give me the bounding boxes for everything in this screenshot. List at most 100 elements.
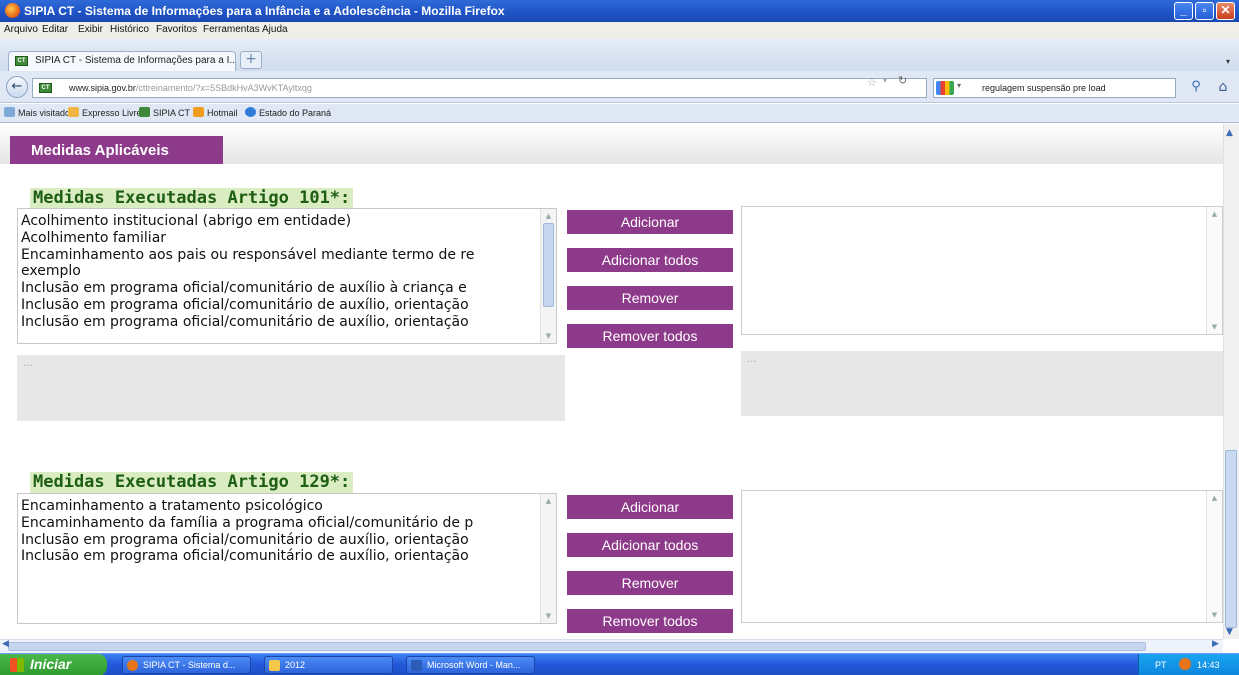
tab-list-icon[interactable]: ▾ bbox=[1226, 57, 1230, 66]
list-item[interactable]: Inclusão em programa oficial/comunitário… bbox=[21, 280, 556, 297]
list-item[interactable]: Encaminhamento da família a programa ofi… bbox=[21, 515, 556, 532]
menu-exibir[interactable]: Exibir bbox=[78, 24, 103, 35]
description-panel-right-101: ... bbox=[741, 351, 1223, 416]
horizontal-scroll-thumb[interactable] bbox=[8, 642, 1146, 651]
search-engine-dropdown-icon[interactable]: ▾ bbox=[957, 81, 961, 90]
folder-icon bbox=[269, 660, 280, 671]
folder-icon bbox=[4, 107, 15, 117]
taskbar-item-firefox[interactable]: SIPIA CT - Sistema d... bbox=[122, 656, 251, 674]
bookmark-estado-parana[interactable]: Estado do Paraná bbox=[245, 107, 331, 118]
hotmail-icon bbox=[193, 107, 204, 117]
scroll-left-icon[interactable]: ◀ bbox=[2, 639, 9, 649]
list-item[interactable]: Acolhimento institucional (abrigo em ent… bbox=[21, 213, 556, 230]
clock: 14:43 bbox=[1197, 660, 1220, 670]
section-title-101: Medidas Executadas Artigo 101*: bbox=[30, 188, 354, 209]
available-list-101[interactable]: Acolhimento institucional (abrigo em ent… bbox=[17, 208, 557, 344]
bookmark-expresso-livre[interactable]: Expresso Livre bbox=[68, 107, 142, 118]
menu-favoritos[interactable]: Favoritos bbox=[156, 24, 197, 35]
bookmark-mais-visitados[interactable]: Mais visitados bbox=[4, 107, 75, 118]
bookmark-hotmail[interactable]: Hotmail bbox=[193, 107, 238, 118]
minimize-button[interactable]: _ bbox=[1174, 2, 1193, 20]
back-button[interactable]: ← bbox=[6, 76, 28, 98]
firefox-icon bbox=[5, 3, 20, 18]
sipia-icon bbox=[139, 107, 150, 117]
url-host: www.sipia.gov.br bbox=[69, 83, 136, 93]
windows-logo-icon bbox=[10, 658, 24, 672]
maximize-button[interactable]: ▫ bbox=[1195, 2, 1214, 20]
list-item[interactable]: exemplo bbox=[21, 263, 556, 280]
page-scroll-thumb[interactable] bbox=[1225, 450, 1237, 628]
list-item[interactable]: Acolhimento familiar bbox=[21, 230, 556, 247]
remove-button-129[interactable]: Remover bbox=[567, 571, 733, 595]
menu-editar[interactable]: Editar bbox=[42, 24, 68, 35]
list-scrollbar[interactable]: ▲ ▼ bbox=[1206, 207, 1222, 334]
list-item[interactable]: Inclusão em programa oficial/comunitário… bbox=[21, 314, 556, 331]
reload-icon[interactable]: ↻ bbox=[898, 74, 907, 87]
scroll-right-icon[interactable]: ▶ bbox=[1212, 639, 1219, 649]
start-label: Iniciar bbox=[30, 656, 72, 672]
scroll-thumb[interactable] bbox=[543, 223, 554, 307]
bookmark-sipia-ct[interactable]: SIPIA CT bbox=[139, 107, 190, 118]
taskbar-item-word[interactable]: Microsoft Word - Man... bbox=[406, 656, 535, 674]
add-all-button-101[interactable]: Adicionar todos bbox=[567, 248, 733, 272]
list-scrollbar[interactable]: ▲ ▼ bbox=[540, 209, 556, 343]
taskbar-item-folder[interactable]: 2012 bbox=[264, 656, 393, 674]
list-item[interactable]: Inclusão em programa oficial/comunitário… bbox=[21, 532, 556, 549]
home-icon[interactable]: ⌂ bbox=[1212, 77, 1234, 99]
tab-medidas-aplicaveis[interactable]: Medidas Aplicáveis bbox=[10, 136, 223, 164]
description-panel-left-101: ... bbox=[17, 355, 565, 421]
start-button[interactable]: Iniciar bbox=[0, 654, 107, 675]
menu-historico[interactable]: Histórico bbox=[110, 24, 149, 35]
sipia-favicon-icon: CT bbox=[15, 56, 28, 66]
page-scroll-down-icon[interactable]: ▼ bbox=[1226, 627, 1233, 637]
page-scroll-up-icon[interactable]: ▲ bbox=[1226, 128, 1233, 138]
list-scrollbar[interactable]: ▲ ▼ bbox=[540, 494, 556, 623]
window-titlebar[interactable]: SIPIA CT - Sistema de Informações para a… bbox=[0, 0, 1239, 22]
menu-bar: Arquivo Editar Exibir Histórico Favorito… bbox=[0, 22, 1239, 39]
search-engine-icon[interactable] bbox=[936, 81, 954, 95]
menu-ajuda[interactable]: Ajuda bbox=[262, 24, 288, 35]
remove-all-button-101[interactable]: Remover todos bbox=[567, 324, 733, 348]
new-tab-button[interactable]: + bbox=[240, 51, 262, 69]
scroll-down-icon[interactable]: ▼ bbox=[541, 329, 556, 343]
scroll-down-icon[interactable]: ▼ bbox=[541, 609, 556, 623]
url-bar[interactable]: CT www.sipia.gov.br/cttreinamento/?x=5SB… bbox=[32, 78, 927, 98]
list-item[interactable]: Inclusão em programa oficial/comunitário… bbox=[21, 548, 556, 565]
search-input[interactable]: regulagem suspensão pre load bbox=[933, 78, 1176, 98]
tab-sipia[interactable]: CT SIPIA CT - Sistema de Informações par… bbox=[8, 51, 236, 71]
list-scrollbar[interactable]: ▲ ▼ bbox=[1206, 491, 1222, 622]
add-all-button-129[interactable]: Adicionar todos bbox=[567, 533, 733, 557]
site-identity-icon[interactable]: CT bbox=[39, 83, 52, 93]
list-item[interactable]: Encaminhamento aos pais ou responsável m… bbox=[21, 247, 556, 264]
url-dropdown-icon[interactable]: ▾ bbox=[883, 76, 887, 85]
search-icon[interactable]: ⚲ bbox=[1185, 77, 1207, 99]
scroll-up-icon[interactable]: ▲ bbox=[1207, 207, 1222, 221]
remove-all-button-129[interactable]: Remover todos bbox=[567, 609, 733, 633]
add-button-101[interactable]: Adicionar bbox=[567, 210, 733, 234]
available-list-129[interactable]: Encaminhamento a tratamento psicológico … bbox=[17, 493, 557, 624]
window-title: SIPIA CT - Sistema de Informações para a… bbox=[24, 4, 505, 18]
expresso-icon bbox=[68, 107, 79, 117]
bookmarks-bar: Mais visitados Expresso Livre SIPIA CT H… bbox=[0, 104, 1239, 123]
bookmark-star-icon[interactable]: ☆ bbox=[867, 76, 877, 89]
add-button-129[interactable]: Adicionar bbox=[567, 495, 733, 519]
tab-bar: CT SIPIA CT - Sistema de Informações par… bbox=[0, 39, 1239, 71]
url-path: /cttreinamento/?x=5SBdkHvA3WvKTAyltxqg bbox=[135, 83, 312, 93]
scroll-up-icon[interactable]: ▲ bbox=[541, 494, 556, 508]
globe-icon bbox=[245, 107, 256, 117]
menu-ferramentas[interactable]: Ferramentas bbox=[203, 24, 260, 35]
scroll-up-icon[interactable]: ▲ bbox=[541, 209, 556, 223]
language-indicator[interactable]: PT bbox=[1155, 660, 1167, 670]
remove-button-101[interactable]: Remover bbox=[567, 286, 733, 310]
scroll-down-icon[interactable]: ▼ bbox=[1207, 320, 1222, 334]
scroll-up-icon[interactable]: ▲ bbox=[1207, 491, 1222, 505]
menu-arquivo[interactable]: Arquivo bbox=[4, 24, 38, 35]
list-item[interactable]: Inclusão em programa oficial/comunitário… bbox=[21, 297, 556, 314]
list-item[interactable]: Encaminhamento a tratamento psicológico bbox=[21, 498, 556, 515]
selected-list-129[interactable]: ▲ ▼ bbox=[741, 490, 1223, 623]
selected-list-101[interactable]: ▲ ▼ bbox=[741, 206, 1223, 335]
close-button[interactable]: ✕ bbox=[1216, 2, 1235, 20]
tray-app-icon[interactable] bbox=[1179, 658, 1191, 670]
section-title-129: Medidas Executadas Artigo 129*: bbox=[30, 472, 354, 493]
scroll-down-icon[interactable]: ▼ bbox=[1207, 608, 1222, 622]
